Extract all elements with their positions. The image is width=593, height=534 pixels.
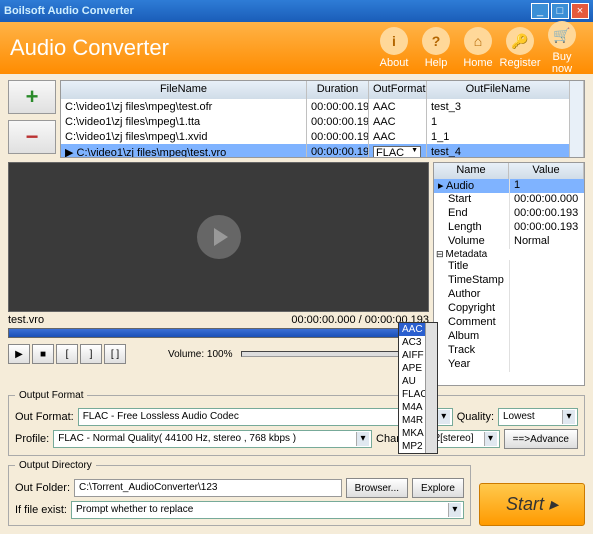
props-row[interactable]: Length00:00:00.193 <box>434 221 584 235</box>
table-row[interactable]: ▶ C:\video1\zj files\mpeg\test.vro00:00:… <box>61 144 584 158</box>
props-row[interactable]: Album <box>434 330 584 344</box>
props-row-audio[interactable]: ▸ Audio 1 <box>434 179 584 193</box>
col-duration[interactable]: Duration <box>307 81 369 99</box>
props-row[interactable]: VolumeNormal <box>434 235 584 249</box>
clip-button[interactable]: [ ] <box>104 344 126 364</box>
preview-pane <box>8 162 429 312</box>
outfolder-input[interactable]: C:\Torrent_AudioConverter\123 <box>74 479 342 497</box>
outfolder-label: Out Folder: <box>15 482 70 494</box>
info-icon: i <box>380 27 408 55</box>
props-row[interactable]: Start00:00:00.000 <box>434 193 584 207</box>
props-row[interactable]: Title <box>434 260 584 274</box>
close-button[interactable]: × <box>571 3 589 19</box>
table-row[interactable]: C:\video1\zj files\mpeg\1.xvid00:00:00.1… <box>61 129 584 144</box>
ifexist-select[interactable]: Prompt whether to replace <box>71 501 464 519</box>
props-row[interactable]: Copyright <box>434 302 584 316</box>
channels-select[interactable]: 2[stereo] <box>430 430 500 448</box>
col-filename[interactable]: FileName <box>61 81 307 99</box>
minimize-button[interactable]: _ <box>531 3 549 19</box>
quality-label: Quality: <box>457 411 494 423</box>
properties-panel[interactable]: Name Value ▸ Audio 1 Start00:00:00.000En… <box>433 162 585 386</box>
start-button[interactable]: Start <box>479 483 585 526</box>
mark-out-button[interactable]: ] <box>80 344 102 364</box>
props-row[interactable]: TimeStamp <box>434 274 584 288</box>
props-col-value[interactable]: Value <box>509 163 584 179</box>
preview-filename: test.vro <box>8 314 291 326</box>
play-icon[interactable] <box>197 215 241 259</box>
props-row[interactable]: Year <box>434 358 584 372</box>
col-outformat[interactable]: OutFormat <box>369 81 427 99</box>
mark-in-button[interactable]: [ <box>56 344 78 364</box>
advance-button[interactable]: ==>Advance <box>504 429 578 449</box>
home-button[interactable]: ⌂Home <box>457 27 499 69</box>
props-row[interactable]: End00:00:00.193 <box>434 207 584 221</box>
profile-label: Profile: <box>15 433 49 445</box>
props-row[interactable]: Author <box>434 288 584 302</box>
volume-label: Volume: 100% <box>168 349 233 360</box>
maximize-button[interactable]: □ <box>551 3 569 19</box>
output-format-group: Output Format Out Format: FLAC - Free Lo… <box>8 390 585 456</box>
outformat-select[interactable]: FLAC - Free Lossless Audio Codec <box>78 408 453 426</box>
register-button[interactable]: 🔑Register <box>499 27 541 69</box>
props-row[interactable]: Track <box>434 344 584 358</box>
help-button[interactable]: ?Help <box>415 27 457 69</box>
play-button[interactable]: ▶ <box>8 344 30 364</box>
about-button[interactable]: iAbout <box>373 27 415 69</box>
outformat-label: Out Format: <box>15 411 74 423</box>
quality-select[interactable]: Lowest <box>498 408 578 426</box>
col-outfilename[interactable]: OutFileName <box>427 81 570 99</box>
scrollbar[interactable] <box>570 81 584 99</box>
remove-file-button[interactable]: − <box>8 120 56 154</box>
titlebar: Boilsoft Audio Converter _ □ × <box>0 0 593 22</box>
progress-bar[interactable] <box>8 328 429 338</box>
explore-button[interactable]: Explore <box>412 478 464 498</box>
app-title: Audio Converter <box>10 35 373 61</box>
table-row[interactable]: C:\video1\zj files\mpeg\1.tta00:00:00.19… <box>61 114 584 129</box>
ifexist-label: If file exist: <box>15 504 67 516</box>
props-col-name[interactable]: Name <box>434 163 509 179</box>
help-icon: ? <box>422 27 450 55</box>
window-title: Boilsoft Audio Converter <box>4 5 529 17</box>
add-file-button[interactable]: + <box>8 80 56 114</box>
stop-button[interactable]: ■ <box>32 344 54 364</box>
table-row[interactable]: C:\video1\zj files\mpeg\test.ofr00:00:00… <box>61 99 584 114</box>
profile-select[interactable]: FLAC - Normal Quality( 44100 Hz, stereo … <box>53 430 372 448</box>
props-row[interactable]: Comment <box>434 316 584 330</box>
key-icon: 🔑 <box>506 27 534 55</box>
file-table[interactable]: FileName Duration OutFormat OutFileName … <box>60 80 585 158</box>
buynow-button[interactable]: 🛒Buy now <box>541 21 583 75</box>
cart-icon: 🛒 <box>548 21 576 49</box>
header: Audio Converter iAbout ?Help ⌂Home 🔑Regi… <box>0 22 593 74</box>
output-directory-group: Output Directory Out Folder: C:\Torrent_… <box>8 460 471 526</box>
format-dropdown-popup[interactable]: AACAC3AIFFAPEAUFLACM4AM4RMKAMP2 <box>398 322 438 454</box>
dropdown-scrollbar[interactable] <box>425 323 437 453</box>
home-icon: ⌂ <box>464 27 492 55</box>
browse-button[interactable]: Browser... <box>346 478 408 498</box>
props-metadata-group[interactable]: Metadata <box>434 249 584 260</box>
